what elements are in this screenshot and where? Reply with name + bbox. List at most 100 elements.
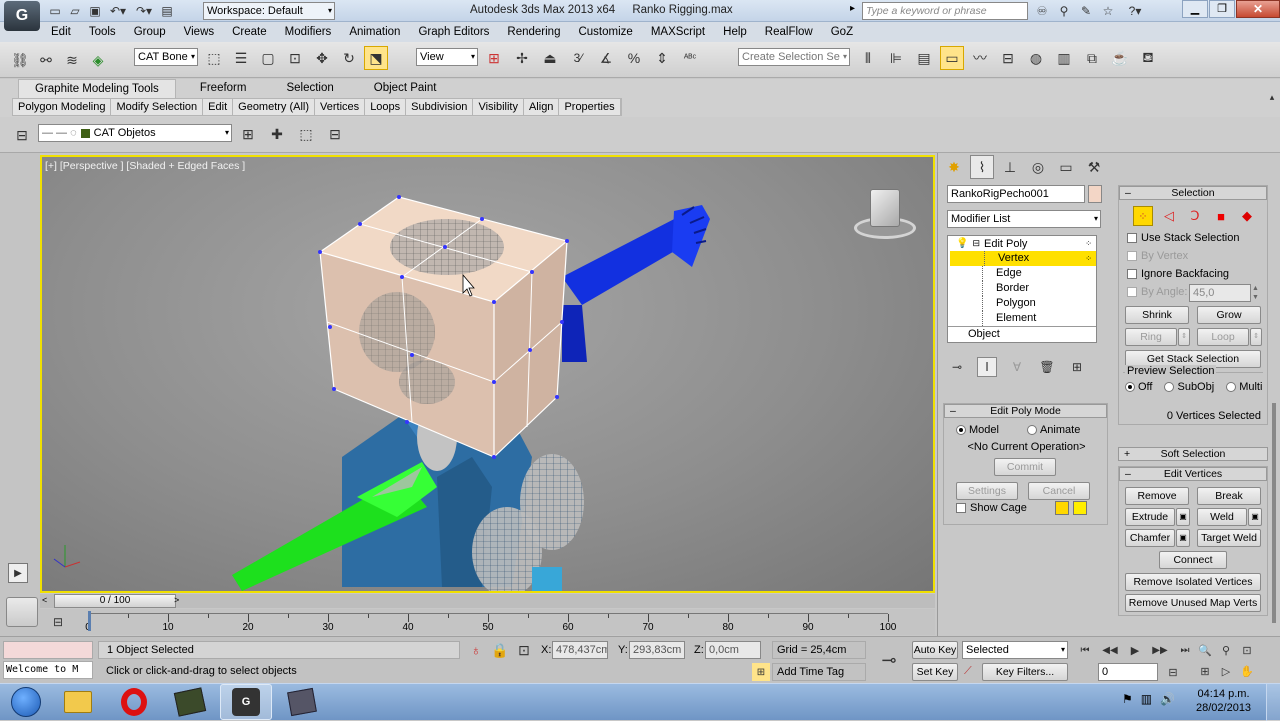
time-tag-icon[interactable]: ⊞ [752,663,770,681]
loop-spinner[interactable]: ⇕ [1250,328,1262,346]
perspective-viewport[interactable]: [+] [Perspective ] [Shaded + Edged Faces… [40,155,935,593]
ribbon-panel-geometry-all[interactable]: Geometry (All) [233,99,316,115]
schematic-view-icon[interactable]: ⊟ [996,46,1020,70]
show-cage-checkbox[interactable]: Show Cage [956,502,1027,514]
previous-frame-icon[interactable]: ◀◀ [1099,641,1121,659]
time-slider-thumb[interactable]: 0 / 100 [54,594,176,608]
selection-filter-dropdown[interactable]: CAT Bone ▾ [134,48,198,66]
angle-spinner[interactable]: 45,0 [1189,284,1251,302]
modifier-list-dropdown[interactable]: Modifier List ▾ [947,210,1101,228]
set-current-layer-icon[interactable]: ⊟ [323,122,347,146]
cat-bone-icon[interactable]: ◈ [86,48,110,72]
time-slider[interactable]: < 0 / 100 > [40,594,935,608]
ring-button[interactable]: Ring [1125,328,1177,346]
ribbon-panel-polygon-modeling[interactable]: Polygon Modeling [13,99,112,115]
taskbar-media-icon[interactable] [164,684,216,720]
use-stack-selection-checkbox[interactable]: Use Stack Selection [1127,232,1239,244]
window-crossing-icon[interactable]: ⊡ [283,46,307,70]
weld-settings-icon[interactable]: ▣ [1248,508,1262,526]
layer-manager-icon[interactable]: ⊟ [10,123,34,147]
add-time-tag[interactable]: Add Time Tag [772,663,866,681]
set-key-mode-icon[interactable]: ⊸ [874,647,904,673]
volume-tray-icon[interactable]: 🔊 [1160,692,1175,706]
network-tray-icon[interactable]: ▥ [1141,692,1152,706]
taskbar-3dsmax-icon[interactable]: G [220,684,272,720]
undo-icon[interactable]: ↶▾ [106,2,130,20]
commit-button[interactable]: Commit [994,458,1056,476]
cancel-button[interactable]: Cancel [1028,482,1090,500]
auto-key-button[interactable]: Auto Key [912,641,958,659]
preview-multi-radio[interactable]: Multi [1226,381,1262,393]
clock[interactable]: 04:14 p.m. 28/02/2013 [1196,687,1251,715]
create-layer-icon[interactable]: ⊞ [236,122,260,146]
menu-animation[interactable]: Animation [340,22,409,42]
cage-color-1[interactable] [1055,501,1069,515]
field-of-view-icon[interactable]: ▷ [1217,662,1235,680]
time-next-icon[interactable]: > [174,595,179,605]
absolute-mode-icon[interactable]: ⊡ [514,640,534,660]
ribbon-panel-vertices[interactable]: Vertices [315,99,366,115]
taskbar-opera-icon[interactable] [108,684,160,720]
time-prev-icon[interactable]: < [42,595,47,605]
pivot-center-icon[interactable]: ⊞ [482,46,506,70]
preview-subobj-radio[interactable]: SubObj [1164,381,1214,393]
manipulate-icon[interactable]: ✢ [510,46,534,70]
stack-subobject-border[interactable]: Border [948,281,1096,296]
remove-modifier-icon[interactable]: 🗑 [1037,357,1057,377]
spinner-snap-icon[interactable]: ⇕ [650,46,674,70]
save-file-icon[interactable]: ▣ [86,2,104,20]
maxscript-listener-pink[interactable] [3,641,93,659]
border-mode-icon[interactable]: Ↄ [1185,206,1205,226]
by-angle-checkbox[interactable]: By Angle: [1127,286,1187,298]
move-icon[interactable]: ✥ [310,46,334,70]
project-folder-icon[interactable]: ▤ [158,2,176,20]
ribbon-tab-graphite-modeling-tools[interactable]: Graphite Modeling Tools [18,78,176,99]
track-bar[interactable]: ⊟ 0102030405060708090100 [40,609,935,635]
edit-named-selection-icon[interactable]: ᴬᴮᶜ [678,46,702,70]
scale-icon[interactable]: ⬔ [364,46,388,70]
rectangular-selection-icon[interactable]: ▢ [256,46,280,70]
zoom-extents-all-icon[interactable]: ⊞ [1196,662,1214,680]
create-tab-icon[interactable]: ✸ [942,155,966,179]
configure-modifier-sets-icon[interactable]: ⊞ [1067,357,1087,377]
ribbon-panel-properties[interactable]: Properties [559,99,621,115]
ribbon-panel-visibility[interactable]: Visibility [473,99,524,115]
utilities-tab-icon[interactable]: ⚒ [1082,155,1106,179]
ribbon-panel-align[interactable]: Align [524,99,560,115]
ring-spinner[interactable]: ⇕ [1178,328,1190,346]
ribbon-tab-object-paint[interactable]: Object Paint [358,79,453,98]
zoom-icon[interactable]: 🔍 [1196,641,1214,659]
mirror-icon[interactable]: ⫴ [856,46,880,70]
keyboard-shortcut-icon[interactable]: ⏏ [538,46,562,70]
key-mode-dropdown[interactable]: Selected ▾ [962,641,1068,659]
flag-tray-icon[interactable]: ⚑ [1122,692,1133,706]
next-frame-icon[interactable]: ▶▶ [1149,641,1171,659]
subscription-icon[interactable]: ⚲ [1055,2,1073,20]
ribbon-panel-edit[interactable]: Edit [203,99,234,115]
render-setup-icon[interactable]: ▥ [1052,46,1076,70]
menu-edit[interactable]: Edit [42,22,80,42]
select-by-name-icon[interactable]: ☰ [229,46,253,70]
pin-stack-icon[interactable]: ⊸ [947,357,967,377]
pan-icon[interactable]: ✋ [1238,662,1256,680]
ribbon-tab-selection[interactable]: Selection [270,79,349,98]
settings-button[interactable]: Settings [956,482,1018,500]
menu-help[interactable]: Help [714,22,756,42]
x-coordinate-field[interactable]: 478,437cm [552,641,608,659]
by-vertex-checkbox[interactable]: By Vertex [1127,250,1188,262]
menu-group[interactable]: Group [125,22,175,42]
ribbon-minimize-icon[interactable]: ▴ [1266,85,1278,109]
chamfer-button[interactable]: Chamfer [1125,529,1175,547]
ribbon-panel-subdivision[interactable]: Subdivision [406,99,474,115]
time-configuration-icon[interactable]: ⊟ [1164,663,1182,681]
cage-color-2[interactable] [1073,501,1087,515]
menu-tools[interactable]: Tools [80,22,125,42]
loop-button[interactable]: Loop [1197,328,1249,346]
stack-item-object[interactable]: Object [948,326,1096,341]
select-object-icon[interactable]: ⬚ [202,46,226,70]
stack-subobject-element[interactable]: Element [948,311,1096,326]
ribbon-panel-modify-selection[interactable]: Modify Selection [111,99,204,115]
rotate-icon[interactable]: ↻ [337,46,361,70]
lock-selection-icon[interactable]: 🔒 [490,640,510,660]
layer-manager-icon[interactable]: ▤ [912,46,936,70]
